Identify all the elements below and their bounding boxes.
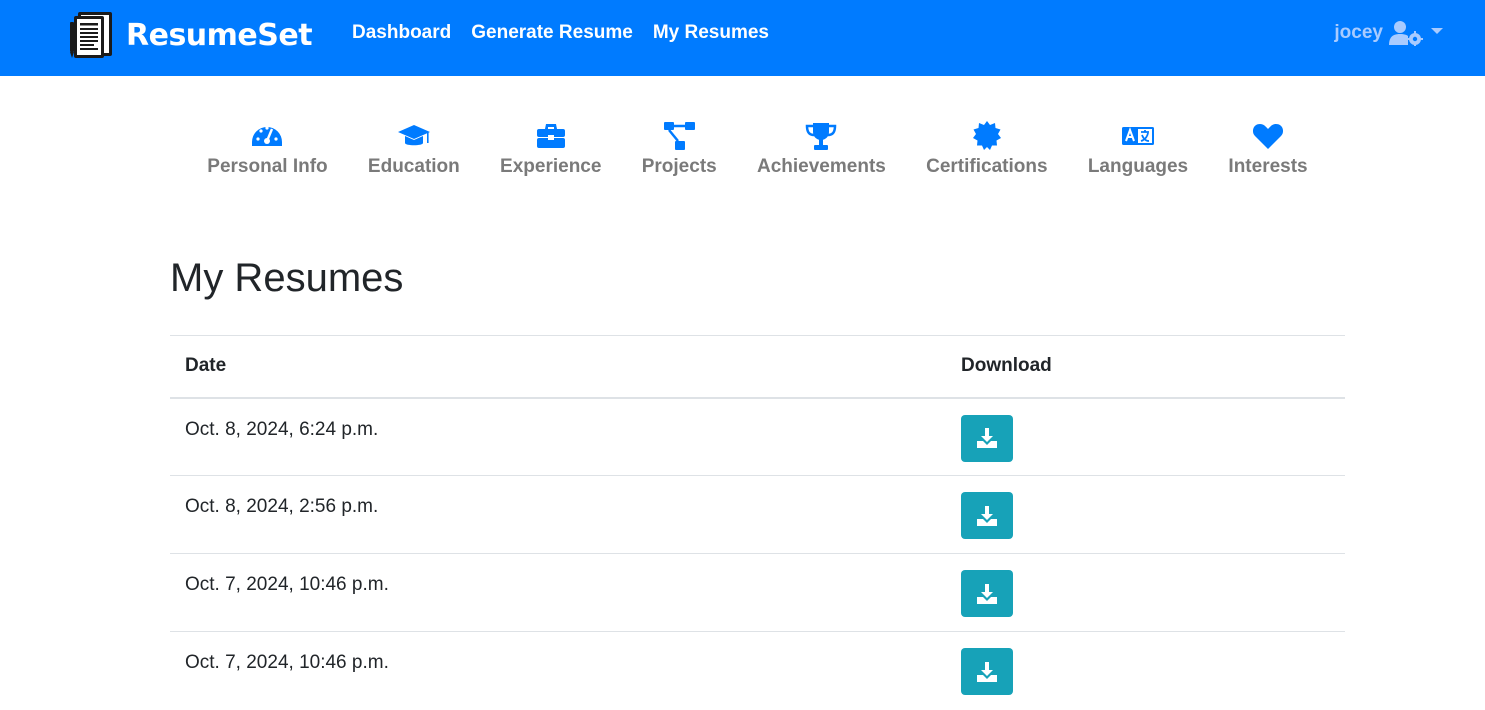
download-cell <box>946 553 1345 632</box>
user-cog-icon <box>1389 21 1423 46</box>
download-cell <box>946 631 1345 710</box>
nav-my-resumes[interactable]: My Resumes <box>643 22 779 44</box>
resume-date: Oct. 7, 2024, 10:46 p.m. <box>170 631 946 710</box>
table-row: Oct. 8, 2024, 6:24 p.m. <box>170 397 1345 476</box>
resumes-table: Date Download Oct. 8, 2024, 6:24 p.m. Oc… <box>170 335 1345 710</box>
section-label: Personal Info <box>207 156 328 177</box>
download-cell <box>946 475 1345 554</box>
page-title: My Resumes <box>170 256 404 300</box>
section-education[interactable]: Education <box>368 120 460 190</box>
column-header-date: Date <box>170 335 946 399</box>
nav-generate-resume[interactable]: Generate Resume <box>461 22 643 44</box>
section-interests[interactable]: Interests <box>1228 120 1308 190</box>
download-button[interactable] <box>961 648 1013 695</box>
section-label: Certifications <box>926 156 1048 177</box>
section-label: Interests <box>1228 156 1308 177</box>
trophy-icon <box>806 123 837 150</box>
section-achievements[interactable]: Achievements <box>757 120 886 190</box>
download-button[interactable] <box>961 570 1013 617</box>
download-icon <box>977 428 997 448</box>
main-nav: Dashboard Generate Resume My Resumes <box>342 22 779 44</box>
column-header-download: Download <box>946 335 1345 399</box>
graduation-cap-icon <box>397 125 430 146</box>
section-languages[interactable]: Languages <box>1088 120 1188 190</box>
table-row: Oct. 7, 2024, 10:46 p.m. <box>170 631 1345 710</box>
resume-document-icon <box>70 12 112 58</box>
download-icon <box>977 583 997 604</box>
heart-icon <box>1252 124 1284 149</box>
username: jocey <box>1334 22 1383 43</box>
download-cell <box>946 397 1345 476</box>
download-icon <box>977 505 997 526</box>
download-icon <box>977 661 997 682</box>
top-navbar: ResumeSet Dashboard Generate Resume My R… <box>0 0 1485 76</box>
section-experience[interactable]: Experience <box>500 120 601 190</box>
section-certifications[interactable]: Certifications <box>926 120 1048 190</box>
table-row: Oct. 8, 2024, 2:56 p.m. <box>170 475 1345 554</box>
section-label: Education <box>367 156 460 177</box>
tachometer-icon <box>252 126 283 146</box>
nav-dashboard[interactable]: Dashboard <box>342 22 461 44</box>
brand-name: ResumeSet <box>126 17 313 53</box>
language-icon <box>1121 127 1154 145</box>
certificate-icon <box>972 121 1001 150</box>
section-personal-info[interactable]: Personal Info <box>207 120 328 190</box>
section-projects[interactable]: Projects <box>642 120 717 190</box>
project-diagram-icon <box>664 122 696 150</box>
section-label: Experience <box>500 156 602 177</box>
briefcase-icon <box>536 124 565 148</box>
user-menu-toggle[interactable]: jocey <box>1334 20 1443 46</box>
section-nav: Personal Info Education Experience Proje… <box>167 120 1348 190</box>
brand-link[interactable]: ResumeSet <box>68 10 313 60</box>
table-header-row: Date Download <box>170 335 1345 399</box>
section-label: Languages <box>1087 156 1189 177</box>
chevron-down-icon <box>1431 28 1443 34</box>
download-button[interactable] <box>961 492 1013 539</box>
resume-date: Oct. 8, 2024, 6:24 p.m. <box>170 397 946 476</box>
resume-date: Oct. 7, 2024, 10:46 p.m. <box>170 553 946 632</box>
section-label: Achievements <box>757 156 886 177</box>
section-label: Projects <box>641 156 717 177</box>
download-button[interactable] <box>961 414 1013 462</box>
resume-date: Oct. 8, 2024, 2:56 p.m. <box>170 475 946 554</box>
table-row: Oct. 7, 2024, 10:46 p.m. <box>170 553 1345 632</box>
